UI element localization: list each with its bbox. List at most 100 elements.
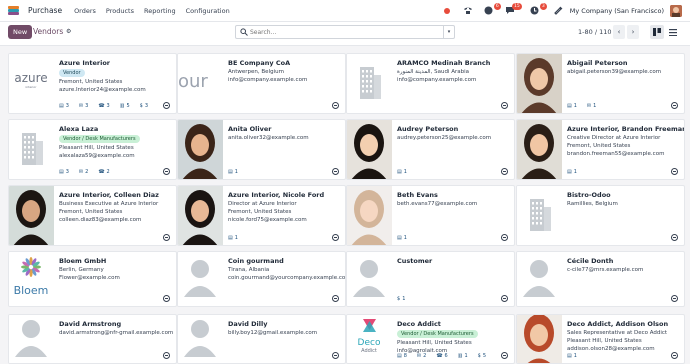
activity-clock-icon[interactable] (501, 352, 508, 359)
vendor-name[interactable]: Cécile Donth (567, 257, 613, 265)
activity-clock-icon[interactable] (163, 352, 170, 359)
activity-clock-icon[interactable] (671, 234, 678, 241)
vendor-stat-button[interactable]: ▤ 1 (397, 169, 407, 175)
new-button[interactable]: New (8, 25, 33, 39)
vendor-stat-button[interactable]: ✉ 2 (417, 353, 426, 359)
vendor-stat-button[interactable]: $1 (397, 296, 405, 302)
vendor-stat-button[interactable]: ▤ 1 (567, 169, 577, 175)
vendor-name[interactable]: Bistro-Odoo (567, 191, 611, 199)
menu-reporting[interactable]: Reporting (144, 7, 176, 15)
vendor-card[interactable]: Customer $1 (346, 251, 515, 307)
activity-clock-icon[interactable] (671, 352, 678, 359)
vendor-name[interactable]: Coin gourmand (228, 257, 284, 265)
clock-icon[interactable]: 3 (529, 2, 547, 17)
activity-icon[interactable]: 6 (483, 2, 501, 17)
vendor-stat-button[interactable]: $5 (478, 353, 486, 359)
vendor-name[interactable]: ARAMCO Medinah Branch (397, 59, 490, 67)
vendor-card[interactable]: Anita Oliver anita.oliver32@example.com ▤ 1 (177, 119, 346, 180)
vendor-card[interactable]: Deco Addict, Addison Olson Sales Represen… (516, 314, 685, 364)
activity-clock-icon[interactable] (163, 234, 170, 241)
vendor-stat-button[interactable]: ▤ 8 (397, 353, 407, 359)
vendor-card[interactable]: our BE Company CoA Antwerpen, Belgium info@… (177, 53, 346, 114)
search-options-toggle[interactable]: ▾ (443, 26, 454, 38)
activity-clock-icon[interactable] (671, 295, 678, 302)
vendor-stat-button[interactable]: ☎ 3 (98, 103, 109, 109)
vendor-name[interactable]: Deco Addict, Addison Olson (567, 320, 668, 328)
vendor-stat-button[interactable]: ▤ 1 (567, 353, 577, 359)
vendor-name[interactable]: Anita Oliver (228, 125, 271, 133)
vendor-stat-button[interactable]: ▥ 1 (458, 353, 468, 359)
vendor-name[interactable]: Azure Interior (59, 59, 110, 67)
vendor-stat-button[interactable]: ▤ 3 (59, 103, 69, 109)
activity-clock-icon[interactable] (671, 168, 678, 175)
vendor-name[interactable]: Azure Interior, Brandon Freeman (567, 125, 684, 133)
vendor-card[interactable]: Azure Interior, Colleen Diaz Business Exe… (8, 185, 177, 246)
vendor-card[interactable]: azure interior Azure Interior Vendor Fremont… (8, 53, 177, 114)
vendor-stat-button[interactable]: $3 (140, 103, 148, 109)
vendor-name[interactable]: Alexa Laza (59, 125, 98, 133)
vendor-card[interactable]: ARAMCO Medinah Branch المدينة المنورة, Sa… (346, 53, 515, 114)
vendor-card[interactable]: Cécile Donth c-cile77@mrs.example.com (516, 251, 685, 307)
activity-clock-icon[interactable] (163, 102, 170, 109)
vendor-stat-button[interactable]: ✉ 1 (587, 103, 596, 109)
status-dot-icon[interactable] (441, 5, 453, 17)
vendor-stat-button[interactable]: ▥ 5 (120, 103, 130, 109)
vendor-name[interactable]: Azure Interior, Nicole Ford (228, 191, 324, 199)
vendor-name[interactable]: David Armstrong (59, 320, 121, 328)
vendor-card[interactable]: Azure Interior, Nicole Ford Director at A… (177, 185, 346, 246)
activity-clock-icon[interactable] (501, 234, 508, 241)
vendor-card[interactable]: Deco Addict Deco Addict Vendor / Desk Manuf… (346, 314, 515, 364)
vendor-card[interactable]: Alexa Laza Vendor / Desk Manufacturers Ple… (8, 119, 177, 180)
activity-clock-icon[interactable] (163, 168, 170, 175)
vendor-card[interactable]: David Armstrong david.armstrong@nfr-gmail… (8, 314, 177, 364)
vendor-stat-button[interactable]: ▤ 1 (397, 235, 407, 241)
vendor-stat-button[interactable]: ▤ 1 (567, 103, 577, 109)
app-name[interactable]: Purchase (28, 6, 62, 15)
activity-clock-icon[interactable] (332, 352, 339, 359)
messages-icon[interactable]: 15 (504, 2, 522, 17)
list-view-button[interactable] (666, 25, 680, 39)
vendor-card[interactable]: Bloem Bloem GmbH Berlin, Germany Flower@exa… (8, 251, 177, 307)
search-input[interactable] (250, 27, 440, 38)
vendor-name[interactable]: BE Company CoA (228, 59, 290, 67)
vendor-card[interactable]: Audrey Peterson audrey.peterson25@example… (346, 119, 515, 180)
vendor-stat-button[interactable]: ✉ 3 (79, 103, 88, 109)
gear-icon[interactable]: ⚙ (66, 28, 71, 35)
apps-menu-icon[interactable] (8, 6, 19, 15)
activity-clock-icon[interactable] (501, 295, 508, 302)
vendor-stat-button[interactable]: ☎ 6 (436, 353, 447, 359)
pager-previous-button[interactable]: ‹ (613, 25, 625, 39)
vendor-card[interactable]: David Dilly billy.boy12@gmail.example.com (177, 314, 346, 364)
vendor-name[interactable]: Customer (397, 257, 432, 265)
vendor-stat-button[interactable]: ▤ 1 (228, 169, 238, 175)
vendor-name[interactable]: Audrey Peterson (397, 125, 458, 133)
activity-clock-icon[interactable] (671, 102, 678, 109)
settings-icon[interactable] (553, 5, 565, 17)
kanban-view-button[interactable] (650, 25, 664, 39)
user-avatar[interactable] (670, 4, 682, 17)
activity-clock-icon[interactable] (332, 234, 339, 241)
vendor-stat-button[interactable]: ☎ 2 (98, 169, 109, 175)
company-switcher[interactable]: My Company (San Francisco) (570, 7, 664, 15)
vendor-stat-button[interactable]: ✉ 2 (79, 169, 88, 175)
vendor-name[interactable]: David Dilly (228, 320, 267, 328)
vendor-name[interactable]: Beth Evans (397, 191, 438, 199)
activity-clock-icon[interactable] (332, 295, 339, 302)
vendor-name[interactable]: Deco Addict (397, 320, 441, 328)
vendor-stat-button[interactable]: ▤ 1 (228, 235, 238, 241)
menu-orders[interactable]: Orders (74, 7, 96, 15)
activity-clock-icon[interactable] (332, 102, 339, 109)
menu-products[interactable]: Products (106, 7, 134, 15)
vendor-card[interactable]: Abigail Peterson abigail.peterson39@examp… (516, 53, 685, 114)
vendor-card[interactable]: Azure Interior, Brandon Freeman Creative … (516, 119, 685, 180)
vendor-name[interactable]: Azure Interior, Colleen Diaz (59, 191, 159, 199)
vendor-card[interactable]: Coin gourmand Tirana, Albania coin.gourman… (177, 251, 346, 307)
activity-clock-icon[interactable] (501, 102, 508, 109)
phone-icon[interactable] (462, 5, 474, 17)
vendor-card[interactable]: Beth Evans beth.evans77@example.com ▤ 1 (346, 185, 515, 246)
vendor-card[interactable]: Bistro-Odoo Ramillies, Belgium (516, 185, 685, 246)
activity-clock-icon[interactable] (332, 168, 339, 175)
vendor-stat-button[interactable]: ▤ 3 (59, 169, 69, 175)
activity-clock-icon[interactable] (501, 168, 508, 175)
vendor-name[interactable]: Abigail Peterson (567, 59, 628, 67)
